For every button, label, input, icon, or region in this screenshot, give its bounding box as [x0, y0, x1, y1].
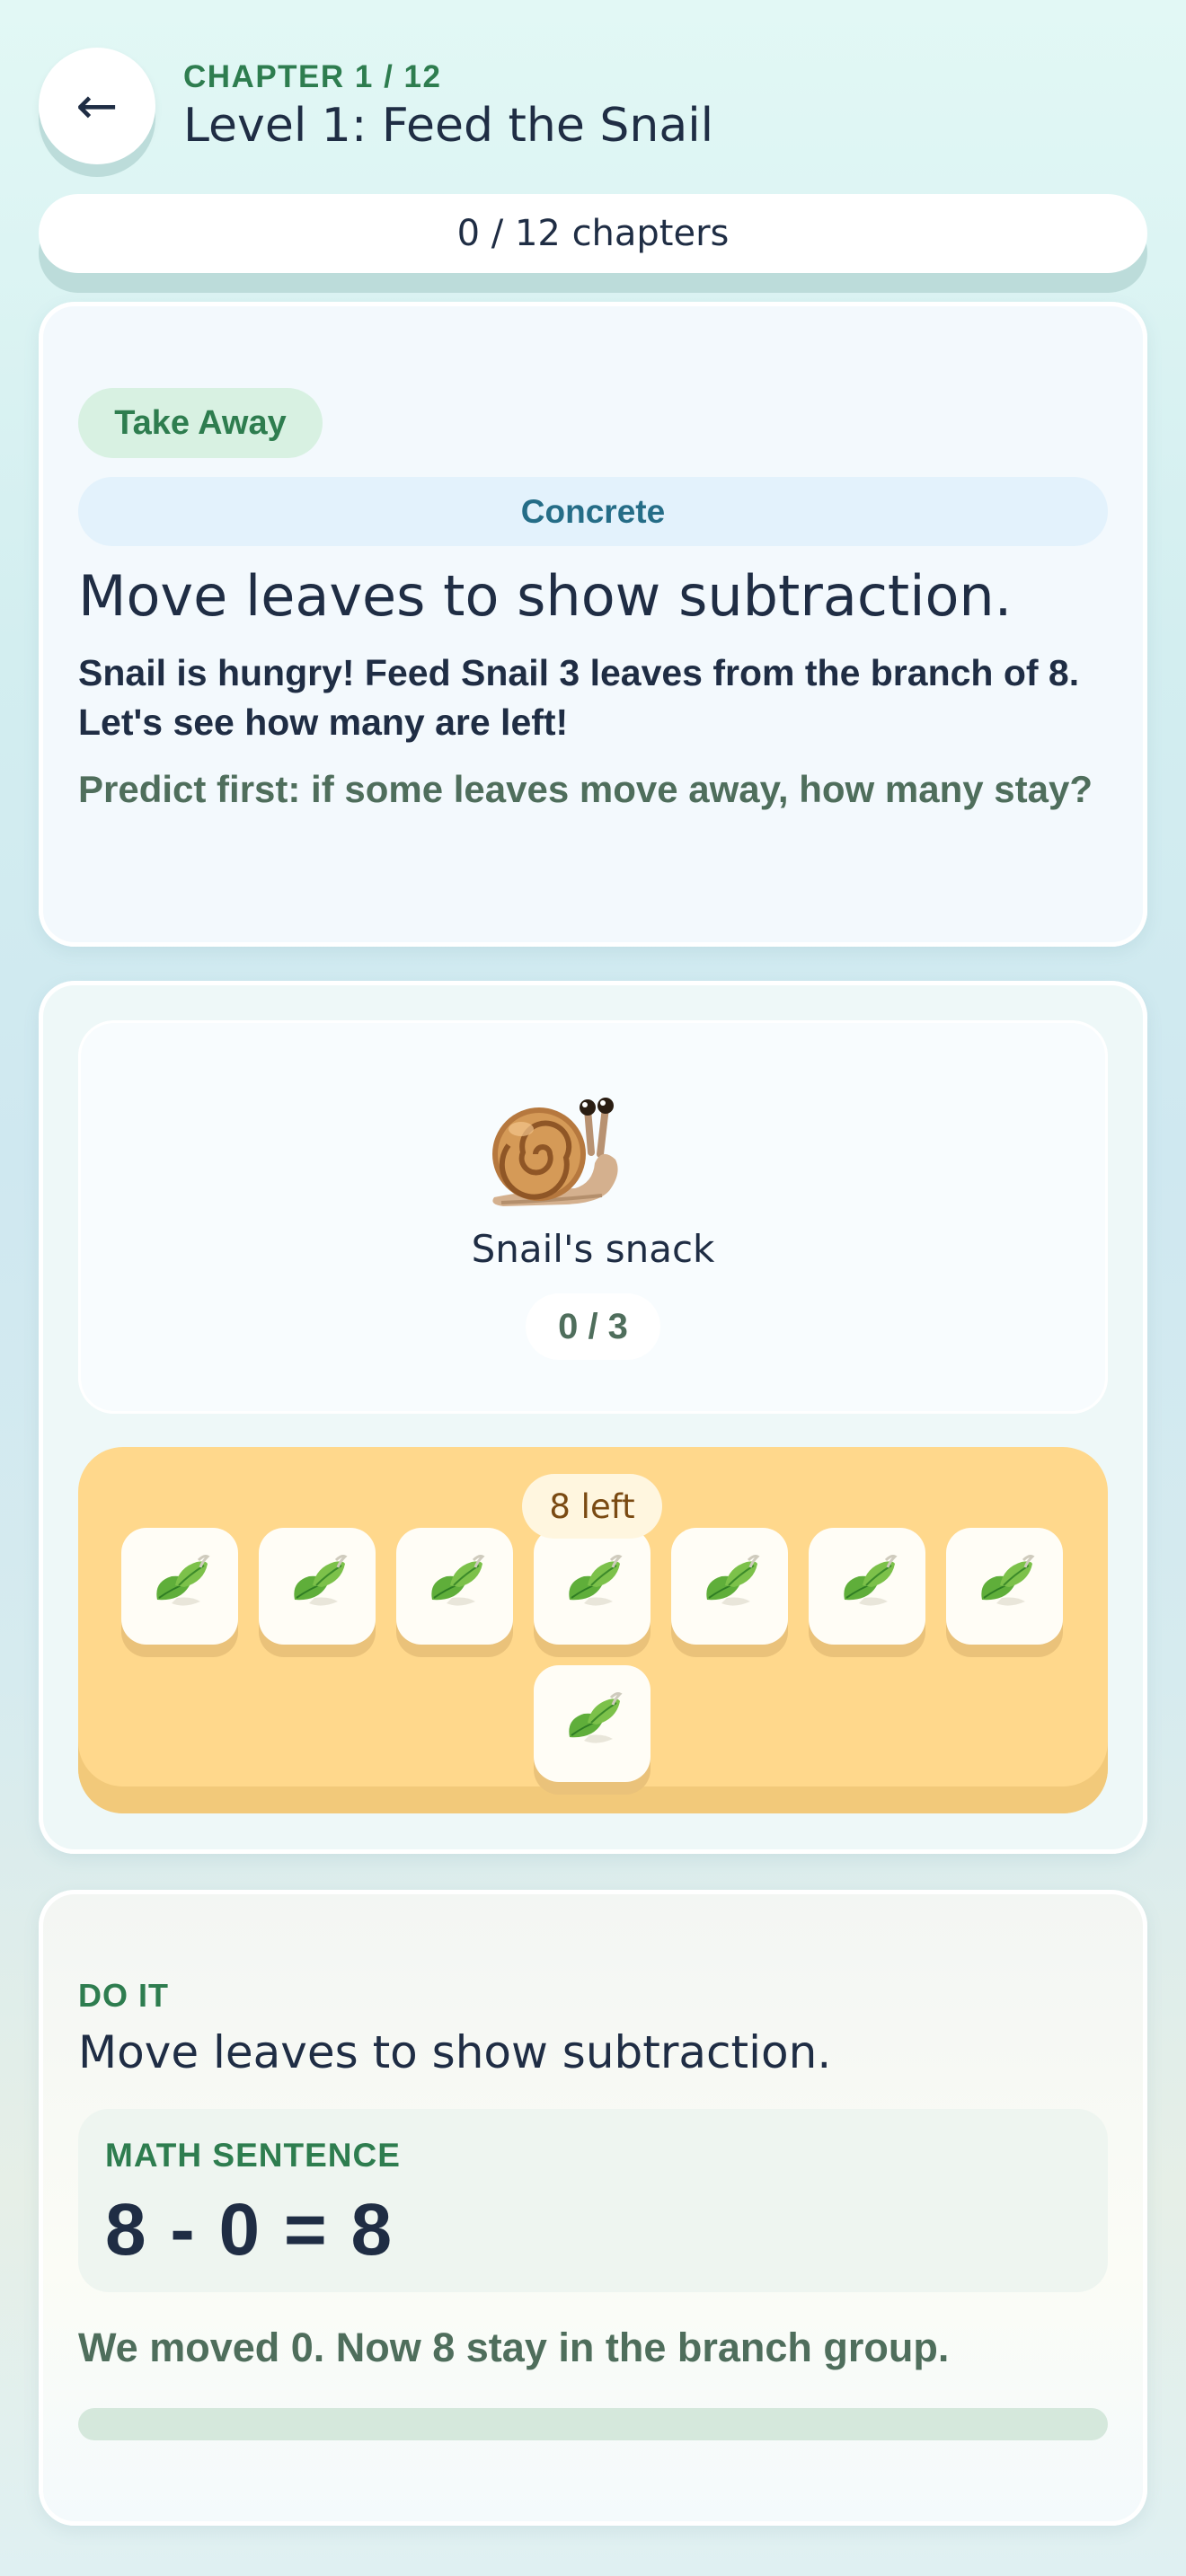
lesson-story: Snail is hungry! Feed Snail 3 leaves fro…	[78, 652, 1080, 743]
leaves-left-badge: 8 left	[522, 1474, 662, 1539]
page-title: Level 1: Feed the Snail	[183, 99, 714, 153]
task-progress-bar	[78, 2408, 1108, 2440]
back-arrow-icon: ←	[75, 76, 119, 136]
leaf-icon	[420, 1549, 490, 1623]
leaf-icon	[282, 1549, 352, 1623]
lesson-headline: Move leaves to show subtraction.	[78, 563, 1013, 629]
leaf-tile[interactable]	[121, 1528, 238, 1645]
lesson-tag: Take Away	[78, 388, 323, 458]
leaf-tile[interactable]	[396, 1528, 513, 1645]
result-text: We moved 0. Now 8 stay in the branch gro…	[78, 2325, 950, 2370]
leaf-icon	[695, 1549, 765, 1623]
leaf-icon	[557, 1549, 627, 1623]
do-it-title: Move leaves to show subtraction.	[78, 2026, 832, 2078]
mode-bar: Concrete	[78, 477, 1108, 546]
back-button[interactable]: ←	[39, 48, 155, 164]
leaf-tile[interactable]	[671, 1528, 788, 1645]
snail-icon	[476, 1082, 638, 1213]
math-sentence-label: MATH SENTENCE	[105, 2137, 401, 2174]
leaf-icon	[557, 1687, 627, 1760]
math-sentence: 8 - 0 = 8	[105, 2189, 394, 2271]
leaf-icon	[145, 1549, 215, 1623]
leaf-icon	[832, 1549, 902, 1623]
leaf-tile[interactable]	[259, 1528, 376, 1645]
prediction-prompt: Predict first: if some leaves move away,…	[78, 768, 1093, 810]
snail-count-badge: 0 / 3	[526, 1293, 660, 1360]
leaf-icon	[969, 1549, 1040, 1623]
chapter-label: CHAPTER 1 / 12	[183, 59, 442, 94]
leaf-tile[interactable]	[534, 1528, 651, 1645]
leaf-tile[interactable]	[809, 1528, 925, 1645]
snail-label: Snail's snack	[471, 1227, 715, 1271]
leaf-tile[interactable]	[946, 1528, 1063, 1645]
leaf-tile[interactable]	[534, 1665, 651, 1782]
chapters-progress: 0 / 12 chapters	[39, 194, 1147, 273]
do-it-eyebrow: DO IT	[78, 1977, 169, 2014]
